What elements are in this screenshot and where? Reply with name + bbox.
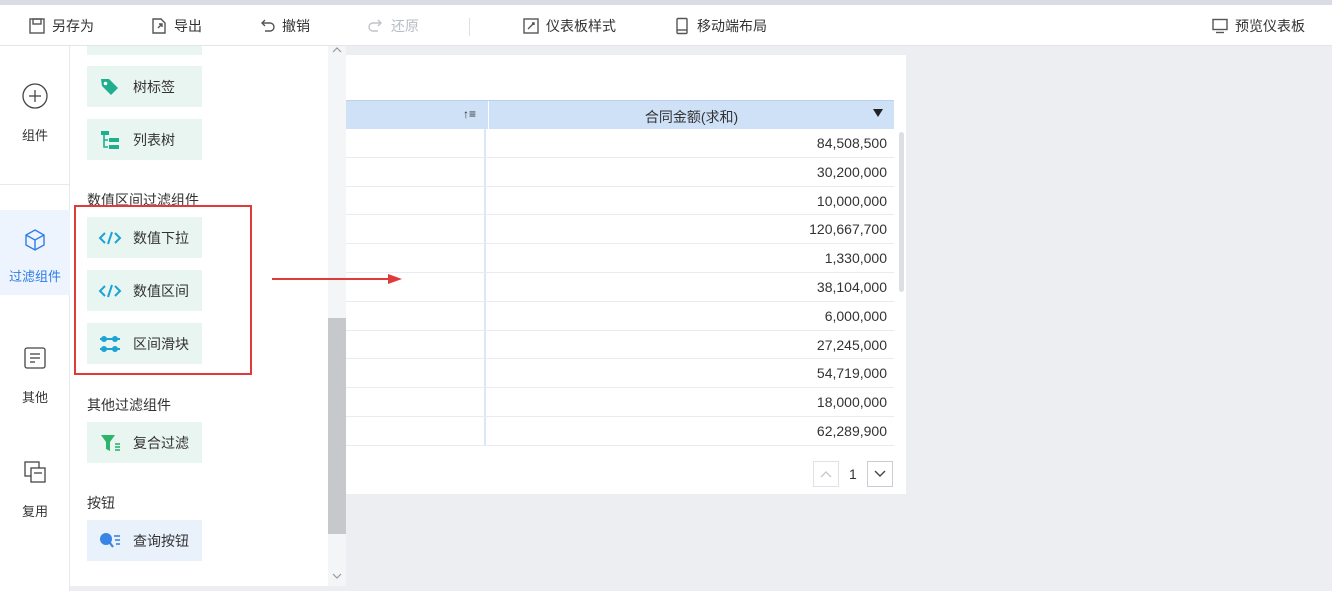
- table-cell-amount: 30,200,000: [816, 163, 887, 180]
- scroll-down-icon[interactable]: [331, 571, 343, 581]
- chevron-down-icon: [874, 470, 886, 477]
- table-row: 10,000,000: [346, 186, 894, 216]
- table-cell-amount: 120,667,700: [809, 221, 887, 238]
- chevron-up-icon: [820, 471, 832, 478]
- nav-others[interactable]: 其他: [0, 344, 70, 406]
- cube-icon: [21, 226, 49, 254]
- funnel-icon: [98, 431, 122, 455]
- table-cell-amount: 62,289,900: [816, 422, 887, 439]
- table-cell-amount: 84,508,500: [816, 135, 887, 151]
- table-cell-amount: 38,104,000: [816, 278, 887, 295]
- copy-icon: [21, 458, 49, 486]
- mobile-icon: [676, 17, 688, 35]
- table-row: 27,245,000: [346, 330, 894, 360]
- toolbar-separator: [469, 18, 470, 36]
- table-cell-dimension: [346, 416, 486, 445]
- table-row: 84,508,500: [346, 129, 894, 158]
- table-row: 18,000,000: [346, 388, 894, 417]
- component-partial-top[interactable]: [87, 46, 202, 55]
- redo-icon: [368, 19, 382, 32]
- mobile-layout-button[interactable]: 移动端布局: [673, 15, 767, 37]
- table-row: 30,200,000: [346, 157, 894, 187]
- header-dimension-cell: ↑≡: [346, 101, 486, 129]
- table-cell-dimension: [346, 330, 486, 359]
- header-amount-cell: 合同金额(求和): [488, 101, 894, 129]
- caret-down-icon[interactable]: [873, 109, 883, 117]
- table-cell-amount: 27,245,000: [816, 336, 887, 353]
- tag-icon: [98, 75, 122, 99]
- table-body: 84,508,500 30,200,000 10,000,000 120,667…: [346, 129, 894, 447]
- nav-components[interactable]: 组件: [0, 82, 70, 144]
- plus-circle-icon: [21, 82, 49, 110]
- component-query-button[interactable]: 查询按钮: [87, 520, 202, 561]
- component-composite-filter[interactable]: 复合过滤: [87, 422, 202, 463]
- export-button[interactable]: 导出: [150, 15, 202, 37]
- undo-button[interactable]: 撤销: [258, 15, 310, 37]
- previous-page-button[interactable]: [813, 461, 839, 487]
- document-icon: [21, 344, 49, 372]
- save-as-button[interactable]: 另存为: [28, 15, 94, 37]
- preview-dashboard-button[interactable]: 预览仪表板: [1211, 15, 1305, 37]
- table-cell-dimension: [346, 388, 486, 416]
- page-number: 1: [849, 466, 857, 482]
- redo-button[interactable]: 还原: [367, 15, 419, 37]
- table-row: 120,667,700: [346, 215, 894, 245]
- sort-icon[interactable]: ↑≡: [463, 107, 476, 121]
- nav-filter-components[interactable]: 过滤组件: [0, 210, 70, 295]
- table-cell-dimension: [346, 157, 486, 186]
- nav-divider: [0, 184, 70, 185]
- table-row: 54,719,000: [346, 359, 894, 389]
- highlight-box: [74, 205, 252, 375]
- monitor-icon: [1212, 18, 1228, 34]
- table-cell-dimension: [346, 215, 486, 244]
- next-page-button[interactable]: [867, 461, 893, 487]
- table-cell-amount: 54,719,000: [816, 365, 887, 382]
- table-row: 6,000,000: [346, 301, 894, 331]
- component-tree-label[interactable]: 树标签: [87, 66, 202, 107]
- table-row: 62,289,900: [346, 416, 894, 446]
- table-row: 1,330,000: [346, 244, 894, 273]
- toolbar: 另存为 导出 撤销 还原 仪表板样式 移动端布局 预览仪表板: [0, 5, 1332, 46]
- table-scrollbar[interactable]: [899, 132, 904, 292]
- table-cell-amount: 1,330,000: [824, 250, 887, 267]
- save-icon: [29, 18, 45, 34]
- search-icon: [98, 529, 122, 553]
- table-cell-dimension: [346, 129, 486, 157]
- table-cell-dimension: [346, 244, 486, 272]
- table-header: ↑≡ 合同金额(求和): [346, 100, 894, 129]
- table-cell-dimension: [346, 186, 486, 215]
- table-row: 38,104,000: [346, 272, 894, 302]
- annotation-arrow: [272, 274, 402, 284]
- dashboard-style-button[interactable]: 仪表板样式: [522, 15, 616, 37]
- section-title-other-filters: 其他过滤组件: [87, 397, 171, 413]
- table-cell-dimension: [346, 359, 486, 388]
- component-list-tree[interactable]: 列表树: [87, 119, 202, 160]
- section-title-buttons: 按钮: [87, 495, 115, 511]
- export-icon: [152, 18, 166, 34]
- list-tree-icon: [98, 128, 122, 152]
- column-header-contract-amount: 合同金额(求和): [644, 109, 739, 125]
- table-cell-dimension: [346, 301, 486, 330]
- scroll-up-icon[interactable]: [331, 45, 343, 55]
- style-icon: [523, 18, 539, 34]
- panel-scrollbar-thumb[interactable]: [328, 318, 346, 534]
- table-cell-amount: 6,000,000: [824, 307, 887, 324]
- undo-icon: [261, 19, 275, 32]
- left-nav: 组件 过滤组件 其他 复用: [0, 46, 70, 591]
- table-cell-amount: 18,000,000: [816, 394, 887, 411]
- nav-reuse[interactable]: 复用: [0, 458, 70, 520]
- table-cell-amount: 10,000,000: [816, 192, 887, 209]
